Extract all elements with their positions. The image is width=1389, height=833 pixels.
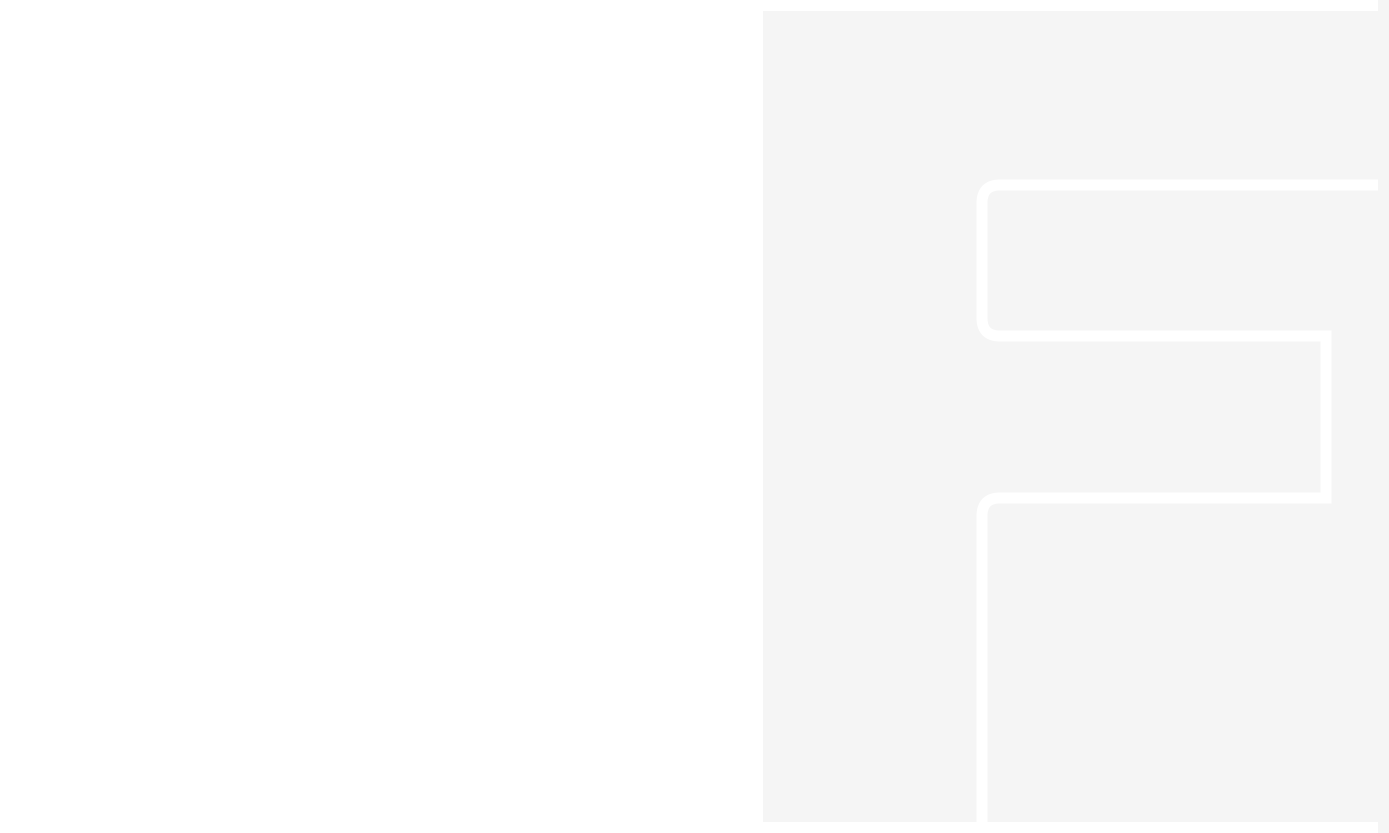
brand-panel xyxy=(763,11,1389,822)
blank-pane xyxy=(0,0,763,833)
page xyxy=(0,0,1389,833)
window-edge xyxy=(1378,0,1389,833)
letter-f-outline-icon xyxy=(976,179,1378,822)
